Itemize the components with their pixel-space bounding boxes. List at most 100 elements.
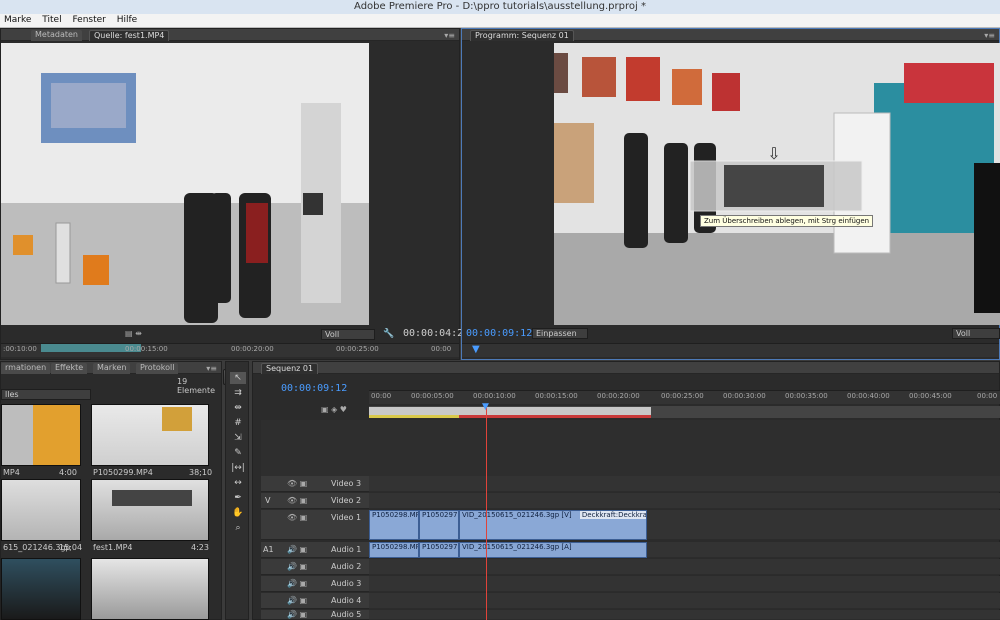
track-lane-audio-3[interactable]: [369, 576, 1000, 592]
timeline-ruler-label: 00:00:40:00: [847, 392, 890, 400]
track-header-video-1[interactable]: 👁 ▣ Video 3 Video 1: [261, 510, 369, 540]
source-video-scene: [1, 43, 369, 325]
track-lane-video-2[interactable]: [369, 493, 1000, 509]
razor-tool-icon[interactable]: ✎: [230, 447, 246, 459]
track-lane-audio-1[interactable]: P1050298.MP4 P1050297.MP4 VID_20150615_0…: [369, 542, 1000, 558]
speaker-icon[interactable]: 🔊 ▣: [287, 610, 307, 619]
program-ruler[interactable]: ▼: [462, 343, 999, 357]
source-timecode: 00:00:04:23: [403, 328, 470, 339]
program-timecode[interactable]: 00:00:09:12: [466, 328, 532, 339]
source-patch-v[interactable]: V: [265, 496, 270, 505]
timeline-timecode[interactable]: 00:00:09:12: [281, 383, 347, 394]
track-lane-video-3[interactable]: [369, 476, 1000, 492]
ripple-tool-icon[interactable]: ⇹: [230, 402, 246, 414]
track-header-audio-1[interactable]: A1 🔊 ▣ Audio 1: [261, 542, 369, 558]
audio-clip[interactable]: P1050297.MP4: [419, 542, 459, 558]
source-zoom-dropdown[interactable]: Voll: [321, 329, 375, 340]
track-select-tool-icon[interactable]: ⇉: [230, 387, 246, 399]
slip-tool-icon[interactable]: |↔|: [230, 462, 246, 474]
pen-tool-icon[interactable]: ✒: [230, 492, 246, 504]
track-header-audio-2[interactable]: 🔊 ▣ Audio 2: [261, 559, 369, 575]
audio-clip[interactable]: VID_20150615_021246.3gp [A]: [459, 542, 647, 558]
audio-clip[interactable]: P1050298.MP4: [369, 542, 419, 558]
hand-tool-icon[interactable]: ✋: [230, 507, 246, 519]
tab-source[interactable]: Quelle: fest1.MP4: [89, 30, 170, 41]
opacity-dropdown[interactable]: Deckkraft:Deckkraft: [579, 511, 646, 519]
render-bar-red: [459, 415, 651, 418]
track-header-audio-5[interactable]: 🔊 ▣ Audio 5: [261, 610, 369, 620]
playhead-marker-icon[interactable]: ▼: [472, 344, 480, 355]
track-lane-video-1[interactable]: P1050298.MP4 P1050297.MP4 VID_20150615_0…: [369, 510, 1000, 540]
tab-sequence[interactable]: Sequenz 01: [261, 363, 319, 374]
window-title: Adobe Premiere Pro - D:\ppro tutorials\a…: [0, 0, 1000, 14]
speaker-icon[interactable]: 🔊 ▣: [287, 545, 307, 554]
program-video-scene: ⇩: [554, 43, 1000, 325]
drop-tooltip: Zum Überschreiben ablegen, mit Strg einf…: [700, 215, 874, 227]
project-thumbnail[interactable]: [1, 404, 81, 466]
track-header-audio-4[interactable]: 🔊 ▣ Audio 4: [261, 593, 369, 609]
svg-text:⇩: ⇩: [767, 144, 780, 163]
track-lane-audio-2[interactable]: [369, 559, 1000, 575]
video-clip[interactable]: VID_20150615_021246.3gp [V] Deckkraft:De…: [459, 510, 647, 540]
project-thumbnail[interactable]: [1, 558, 81, 620]
speaker-icon[interactable]: 🔊 ▣: [287, 596, 307, 605]
panel-menu-icon[interactable]: ▾≡: [984, 31, 995, 40]
tab-program[interactable]: Programm: Sequenz 01: [470, 30, 574, 41]
menu-fenster[interactable]: Fenster: [68, 14, 109, 27]
eye-icon[interactable]: 👁 ▣: [287, 479, 307, 488]
item-name[interactable]: fest1.MP4: [93, 543, 133, 552]
program-fit-dropdown[interactable]: Einpassen: [532, 328, 588, 339]
track-name: Audio 3: [331, 579, 362, 588]
panel-menu-icon[interactable]: ▾≡: [206, 364, 217, 373]
track-lane-audio-5[interactable]: [369, 610, 1000, 620]
project-thumbnail[interactable]: [1, 479, 81, 541]
source-ruler[interactable]: :00:10:00 00:00:15:00 00:00:20:00 00:00:…: [1, 343, 459, 357]
tab-protokoll[interactable]: Protokoll: [136, 363, 179, 374]
program-zoom-dropdown[interactable]: Voll: [952, 328, 1000, 339]
project-thumbnail[interactable]: [91, 558, 209, 620]
wrench-icon[interactable]: 🔧: [383, 329, 394, 339]
video-clip[interactable]: P1050298.MP4: [369, 510, 419, 540]
rate-tool-icon[interactable]: ⇲: [230, 432, 246, 444]
slide-tool-icon[interactable]: ↔: [230, 477, 246, 489]
filter-dropdown[interactable]: lles: [1, 389, 91, 400]
track-header-audio-3[interactable]: 🔊 ▣ Audio 3: [261, 576, 369, 592]
panel-menu-icon[interactable]: ▾≡: [444, 31, 455, 40]
timeline-ruler[interactable]: 00:00 00:00:05:00 00:00:10:00 00:00:15:0…: [369, 390, 1000, 404]
menu-titel[interactable]: Titel: [38, 14, 65, 27]
work-area-track[interactable]: [369, 406, 1000, 418]
item-name[interactable]: P1050299.MP4: [93, 468, 153, 477]
snap-icon[interactable]: ▣ ◈ ♥: [321, 405, 347, 414]
eye-icon[interactable]: 👁 ▣: [287, 513, 307, 522]
selection-tool-icon[interactable]: ↖: [230, 372, 246, 384]
tab-effekte[interactable]: Effekte: [51, 363, 88, 374]
speaker-icon[interactable]: 🔊 ▣: [287, 579, 307, 588]
source-ruler-label: :00:10:00: [3, 345, 37, 353]
track-lane-audio-4[interactable]: [369, 593, 1000, 609]
timeline-tabs: Sequenz 01: [253, 362, 999, 374]
rolling-tool-icon[interactable]: #: [230, 417, 246, 429]
menu-hilfe[interactable]: Hilfe: [113, 14, 141, 27]
tab-marken[interactable]: Marken: [93, 363, 131, 374]
track-header-video-3[interactable]: 👁 ▣ Video 3: [261, 476, 369, 492]
settings-icon[interactable]: ▤ ⇼: [125, 329, 142, 338]
project-tabs: rmationen Effekte Marken Protokoll ▾≡: [1, 362, 221, 374]
menu-marke[interactable]: Marke: [0, 14, 35, 27]
eye-icon[interactable]: 👁 ▣: [287, 496, 307, 505]
source-video-frame[interactable]: [1, 43, 369, 325]
item-count: 19 Elemente: [177, 377, 216, 395]
source-patch-a[interactable]: A1: [263, 545, 274, 554]
tab-informationen[interactable]: rmationen: [1, 363, 51, 374]
video-clip[interactable]: P1050297.MP4: [419, 510, 459, 540]
project-thumbnail[interactable]: [91, 404, 209, 466]
track-header-video-2[interactable]: V 👁 ▣ Video 2: [261, 493, 369, 509]
playhead-line[interactable]: [486, 406, 487, 620]
speaker-icon[interactable]: 🔊 ▣: [287, 562, 307, 571]
tab-metadata[interactable]: Metadaten: [31, 30, 82, 41]
program-video-frame[interactable]: ⇩ Zum Überschreiben ablegen, mit Strg ei…: [554, 43, 1000, 325]
project-thumbnail[interactable]: [91, 479, 209, 541]
playhead-marker-icon[interactable]: ▼: [482, 402, 489, 412]
item-name[interactable]: MP4: [3, 468, 20, 477]
zoom-tool-icon[interactable]: ⌕: [230, 522, 246, 534]
timeline-panel: Sequenz 01 00:00:09:12 ▣ ◈ ♥ 00:00 00:00…: [252, 361, 1000, 620]
